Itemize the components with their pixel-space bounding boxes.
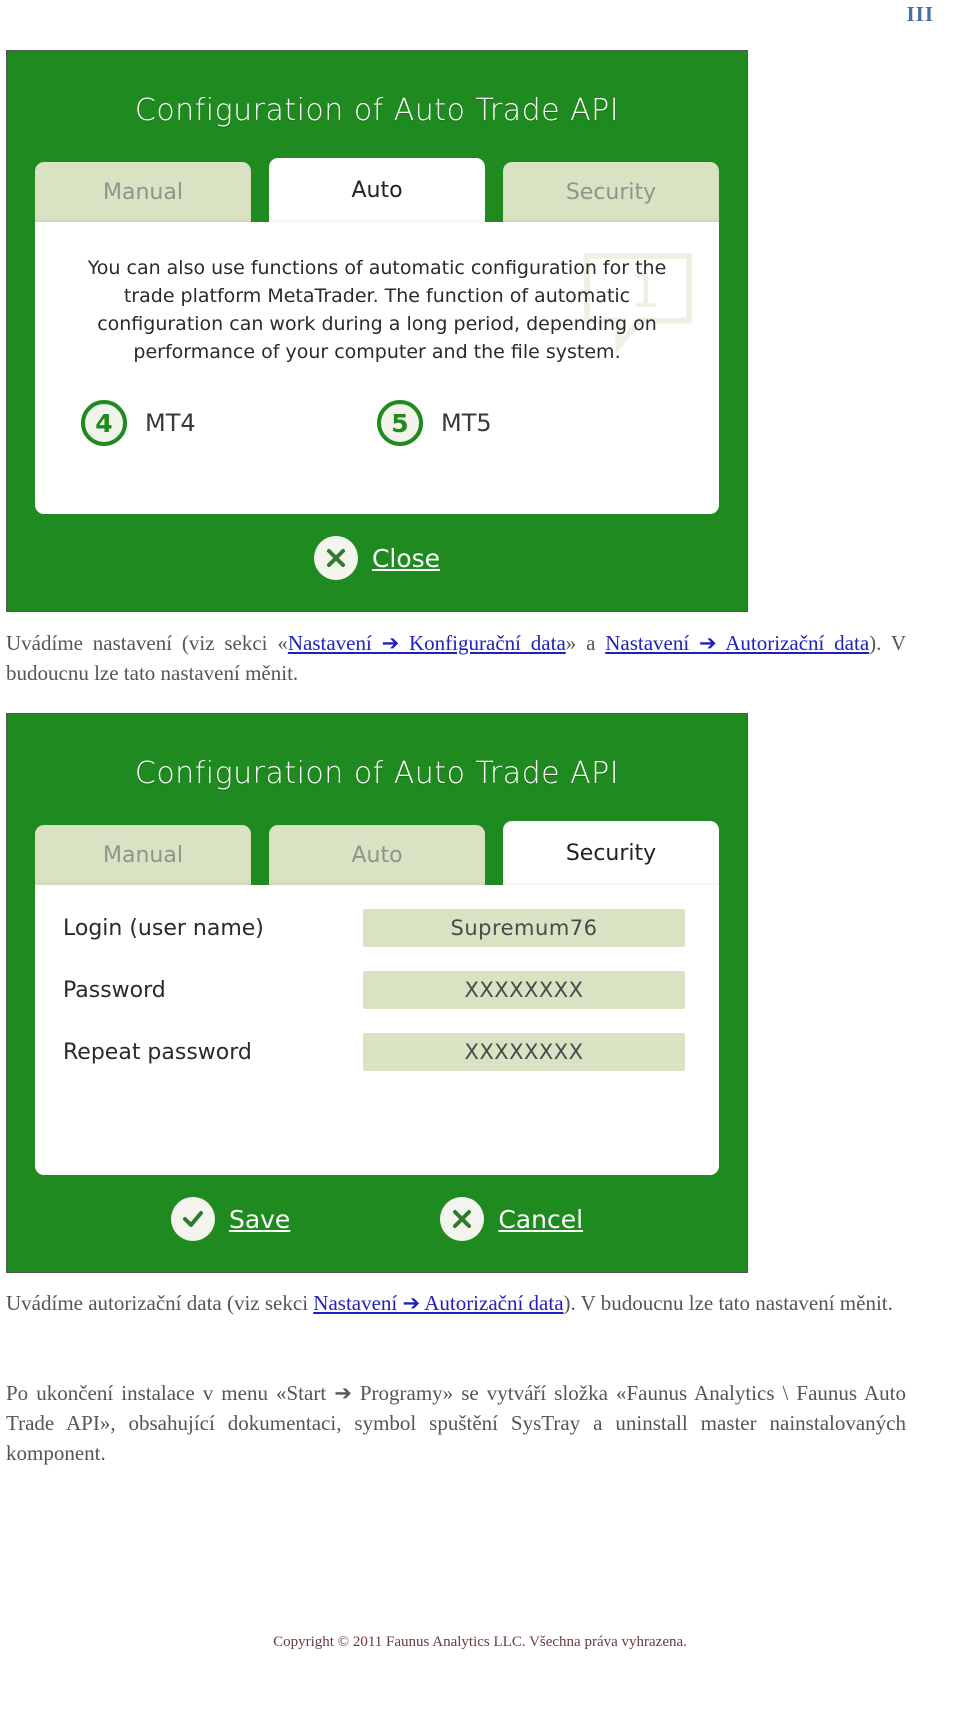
login-input[interactable]: Supremum76 [363,909,685,947]
p1-text-b: » a [565,631,606,655]
tab-auto[interactable]: Auto [269,158,485,222]
dialog-actions-auto: Close [7,514,747,580]
copyright-footer: Copyright © 2011 Faunus Analytics LLC. V… [273,1634,687,1650]
close-button-label: Close [371,543,441,573]
link-nastaveni-autorizacni-data-1[interactable]: Nastavení ➔ Autorizační data [605,631,869,655]
link-nastaveni-autorizacni-data-2[interactable]: Nastavení ➔ Autorizační data [313,1291,563,1315]
password-field-label: Password [63,977,166,1003]
field-row-login: Login (user name) Supremum76 [35,909,719,947]
save-button[interactable]: Save [170,1197,291,1241]
page-number: III [906,2,934,26]
mt-options-row: 4 MT4 5 MT5 [35,400,719,446]
tab-auto-2[interactable]: Auto [269,825,485,885]
p2-text-b: ). V budoucnu lze tato nastavení měnit. [563,1291,893,1315]
tab-panel-security: Login (user name) Supremum76 Password XX… [35,885,719,1175]
tab-security[interactable]: Security [503,162,719,222]
repeat-password-input[interactable]: XXXXXXXX [363,1033,685,1071]
tab-manual-2-label: Manual [103,842,183,868]
close-x-icon [313,536,358,580]
dialog-title: Configuration of Auto Trade API [134,93,620,128]
login-field-label: Login (user name) [63,915,264,941]
option-mt5[interactable]: 5 MT5 [377,400,673,446]
tab-security-label: Security [565,179,657,205]
tab-manual[interactable]: Manual [35,162,251,222]
p1-text-a: Uvádíme nastavení (viz sekci « [6,631,288,655]
auto-tab-description: You can also use functions of automatic … [87,257,667,363]
paragraph-auth-data-note: Uvádíme autorizační data (viz sekci Nast… [6,1288,906,1318]
check-icon [170,1197,215,1241]
tab-manual-2[interactable]: Manual [35,825,251,885]
field-row-repeat-password: Repeat password XXXXXXXX [35,1033,719,1071]
close-x-icon-2 [440,1197,485,1241]
save-button-label: Save [228,1204,291,1234]
dialog-title-security: Configuration of Auto Trade API [134,756,620,791]
screenshot-auto-trade-api-auto-tab: Configuration of Auto Trade API Manual A… [6,50,748,612]
tab-manual-label: Manual [103,179,183,205]
dialog-actions-security: Save Cancel [7,1175,747,1241]
tab-bar: Manual Auto Security [35,158,719,222]
option-mt5-label: MT5 [441,409,492,437]
password-input[interactable]: XXXXXXXX [363,971,685,1009]
tab-bar-security: Manual Auto Security [35,821,719,885]
p2-text-a: Uvádíme autorizační data (viz sekci [6,1291,314,1315]
tab-auto-label: Auto [351,177,403,203]
step-badge-4: 4 [81,400,127,446]
close-button[interactable]: Close [313,536,441,580]
step-badge-5: 5 [377,400,423,446]
option-mt4[interactable]: 4 MT4 [81,400,377,446]
option-mt4-label: MT4 [145,409,196,437]
paragraph-install-note: Po ukončení instalace v menu «Start ➔ Pr… [6,1381,906,1465]
cancel-button-label: Cancel [498,1204,584,1234]
tab-security-2[interactable]: Security [503,821,719,885]
tab-panel-auto: 1 You can also use functions of automati… [35,222,719,514]
repeat-password-field-label: Repeat password [63,1039,252,1065]
tab-auto-2-label: Auto [351,842,403,868]
link-nastaveni-konfiguracni-data[interactable]: Nastavení ➔ Konfigurační data [288,631,566,655]
cancel-button[interactable]: Cancel [440,1197,583,1241]
screenshot-auto-trade-api-security-tab: Configuration of Auto Trade API Manual A… [6,713,748,1273]
field-row-password: Password XXXXXXXX [35,971,719,1009]
paragraph-settings-note: Uvádíme nastavení (viz sekci «Nastavení … [6,628,906,688]
tab-security-2-label: Security [565,840,657,866]
